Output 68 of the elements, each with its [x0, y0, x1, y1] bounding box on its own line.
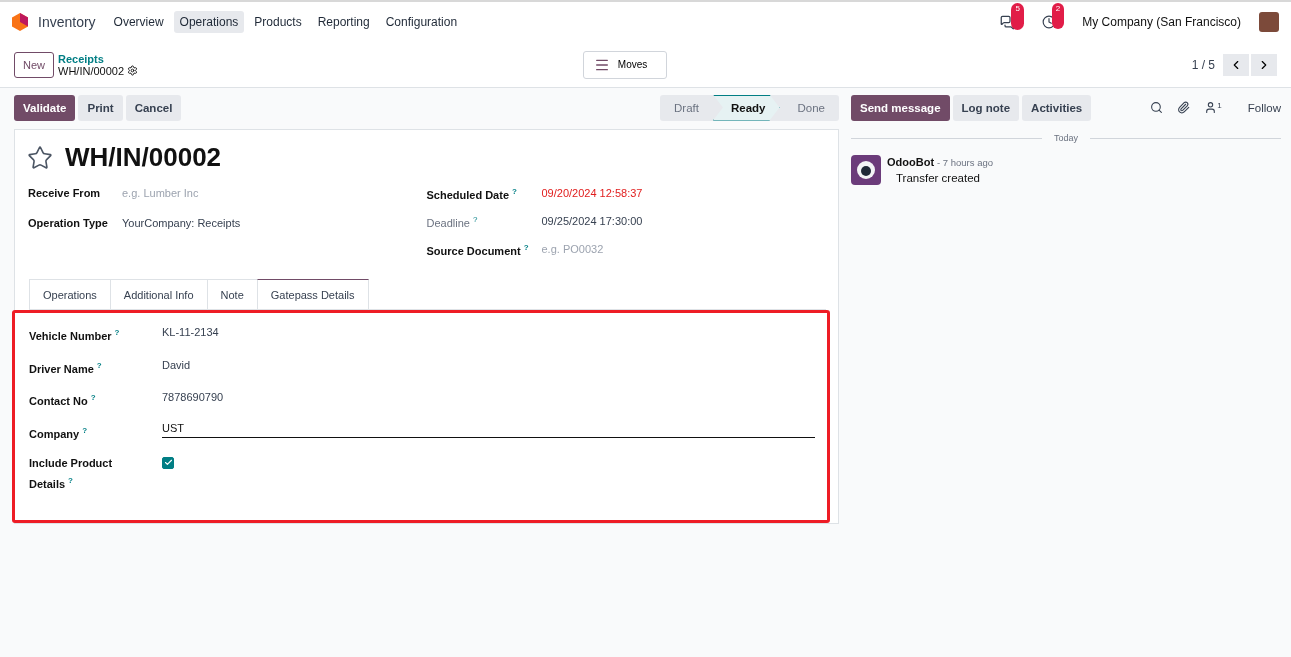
- message-body: Transfer created: [896, 172, 981, 184]
- activity-clock-icon[interactable]: [1041, 15, 1056, 29]
- bot-avatar: [851, 155, 881, 185]
- favorite-star-icon[interactable]: [27, 144, 53, 171]
- app-logo-icon: [12, 13, 28, 31]
- field-label: Deadline $^{?}$: [426, 215, 479, 229]
- nav-menu-item[interactable]: Products: [248, 11, 308, 33]
- follow-button[interactable]: Follow: [1247, 101, 1281, 114]
- field-value[interactable]: 09/25/2024 17:30:00: [541, 215, 643, 227]
- help-mark: ?: [114, 328, 120, 337]
- moves-button[interactable]: Moves: [582, 50, 667, 79]
- count-badge: 5: [1011, 2, 1024, 30]
- help-mark: ?: [82, 425, 87, 435]
- company-name[interactable]: My Company (San Francisco): [1082, 15, 1241, 29]
- help-mark: ?: [90, 393, 96, 403]
- field-value[interactable]: David: [162, 356, 191, 374]
- chatter-button[interactable]: Log note: [952, 94, 1020, 121]
- nav-menu-item[interactable]: Overview: [107, 11, 170, 33]
- field-value[interactable]: 7878690790: [162, 389, 224, 407]
- action-button[interactable]: Print: [78, 94, 123, 121]
- field-label: Company $^{?}$: [29, 424, 88, 442]
- pager-value[interactable]: 1 / 5: [1191, 57, 1215, 72]
- help-mark: ?: [68, 475, 73, 485]
- chatter-button[interactable]: Send message: [851, 94, 950, 121]
- app-name[interactable]: Inventory: [38, 14, 96, 30]
- message-author: OdooBot: [887, 156, 935, 168]
- record-title: WH/IN/00002: [65, 142, 222, 173]
- notebook-tab[interactable]: Gatepass Details: [256, 279, 369, 309]
- field-label: Vehicle Number $^{?}$: [29, 327, 121, 344]
- help-mark: ?: [523, 243, 529, 252]
- date-divider: Today: [851, 133, 1281, 143]
- help-mark: ?: [472, 215, 478, 224]
- status-stage[interactable]: Ready: [712, 94, 780, 121]
- field-label: Operation Type: [28, 217, 109, 229]
- help-mark: ?: [96, 360, 102, 370]
- nav-menu-item[interactable]: Configuration: [379, 11, 464, 33]
- checkbox[interactable]: [162, 456, 174, 469]
- status-stage[interactable]: Done: [779, 94, 839, 121]
- chatter-button[interactable]: Activities: [1022, 94, 1092, 121]
- field-label: Receive From: [28, 187, 102, 199]
- field-value[interactable]: YourCompany: Receipts: [122, 217, 241, 229]
- previous-button[interactable]: [1223, 53, 1249, 76]
- company-input[interactable]: UST: [162, 421, 815, 438]
- count-badge: 2: [1051, 3, 1065, 29]
- field-value[interactable]: 09/20/2024 12:58:37: [541, 187, 643, 199]
- help-mark: ?: [512, 187, 517, 196]
- search-icon[interactable]: [1150, 101, 1164, 114]
- record-name: WH/IN/00002: [58, 64, 125, 77]
- action-button[interactable]: Cancel: [125, 94, 182, 121]
- nav-menu-item[interactable]: Reporting: [311, 11, 376, 33]
- breadcrumb-link[interactable]: Receipts: [58, 52, 139, 65]
- followers-button[interactable]: 1: [1204, 101, 1222, 114]
- next-button[interactable]: [1251, 53, 1277, 76]
- field-label: Source Document $^{?}$: [426, 243, 530, 257]
- messages-icon[interactable]: [1000, 14, 1016, 30]
- message-time: - 7 hours ago: [937, 157, 994, 168]
- settings-icon[interactable]: [127, 65, 139, 76]
- status-stage[interactable]: Draft: [660, 94, 713, 121]
- notebook-tab[interactable]: Operations: [29, 279, 111, 309]
- field-label: Contact No $^{?}$: [29, 392, 97, 409]
- paperclip-icon[interactable]: [1177, 101, 1191, 114]
- field-label: Driver Name $^{?}$: [29, 359, 103, 377]
- field-value[interactable]: KL-11-2134: [162, 324, 219, 341]
- nav-menu-item[interactable]: Operations: [173, 11, 245, 33]
- field-label: Include Product Details $^{?}$: [29, 455, 114, 492]
- new-button[interactable]: New: [14, 51, 54, 78]
- action-button[interactable]: Validate: [14, 94, 76, 121]
- field-label: Scheduled Date $^{?}$: [426, 187, 518, 201]
